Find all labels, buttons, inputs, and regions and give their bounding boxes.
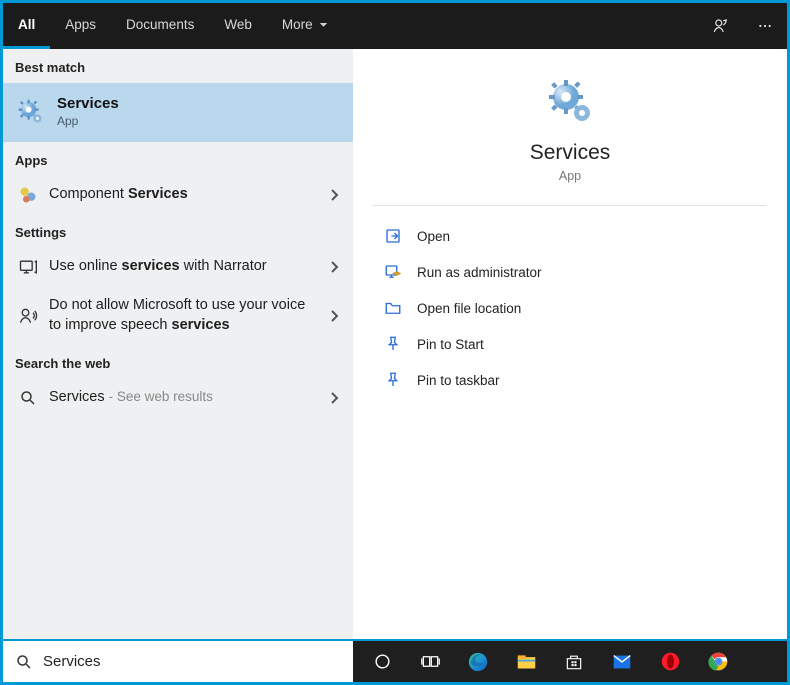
search-icon [17, 387, 39, 409]
chevron-right-icon [329, 309, 339, 323]
search-icon [15, 653, 33, 671]
section-best-match: Best match [3, 49, 353, 83]
result-component-services[interactable]: Component Services [3, 176, 353, 214]
taskbar-chrome[interactable] [695, 642, 741, 682]
tab-more[interactable]: More [267, 3, 343, 49]
chevron-right-icon [329, 260, 339, 274]
best-match-title: Services [57, 95, 119, 112]
action-list: Open Run as administrator Open file loca… [353, 206, 787, 410]
taskbar-taskview[interactable] [407, 642, 453, 682]
taskbar-store[interactable] [551, 642, 597, 682]
action-label: Pin to Start [417, 337, 484, 352]
taskbar-explorer[interactable] [503, 642, 549, 682]
search-box[interactable] [3, 641, 353, 682]
taskbar-mail[interactable] [599, 642, 645, 682]
taskbar-opera[interactable] [647, 642, 693, 682]
preview-subtitle: App [393, 169, 747, 183]
result-label: Component Services [49, 185, 216, 205]
section-web: Search the web [3, 345, 353, 379]
component-services-icon [17, 184, 39, 206]
result-web-search[interactable]: Services - See web results [3, 379, 353, 417]
taskbar-edge[interactable] [455, 642, 501, 682]
action-label: Open [417, 229, 450, 244]
pin-icon [383, 370, 403, 390]
action-open-location[interactable]: Open file location [373, 290, 767, 326]
chevron-right-icon [329, 391, 339, 405]
more-options-button[interactable] [743, 3, 787, 49]
section-settings: Settings [3, 214, 353, 248]
action-label: Open file location [417, 301, 521, 316]
preview-title: Services [393, 141, 747, 165]
action-pin-taskbar[interactable]: Pin to taskbar [373, 362, 767, 398]
action-label: Run as administrator [417, 265, 542, 280]
folder-icon [383, 298, 403, 318]
tab-label: Apps [65, 17, 96, 32]
admin-icon [383, 262, 403, 282]
best-match-item[interactable]: Services App [3, 83, 353, 142]
tab-documents[interactable]: Documents [111, 3, 209, 49]
feedback-button[interactable] [699, 3, 743, 49]
results-panel: Best match Services App Apps [3, 49, 353, 639]
action-pin-start[interactable]: Pin to Start [373, 326, 767, 362]
chevron-right-icon [329, 188, 339, 202]
narrator-icon [17, 256, 39, 278]
speech-icon [17, 305, 39, 327]
tab-web[interactable]: Web [209, 3, 267, 49]
section-apps: Apps [3, 142, 353, 176]
pin-icon [383, 334, 403, 354]
tab-label: All [18, 17, 35, 32]
tab-apps[interactable]: Apps [50, 3, 111, 49]
taskbar-cortana[interactable] [359, 642, 405, 682]
tab-label: Web [224, 17, 252, 32]
action-label: Pin to taskbar [417, 373, 500, 388]
tab-all[interactable]: All [3, 3, 50, 49]
taskbar [353, 641, 787, 682]
chevron-down-icon [319, 20, 328, 29]
action-run-admin[interactable]: Run as administrator [373, 254, 767, 290]
result-label: Use online services with Narrator [49, 257, 295, 277]
result-narrator-services[interactable]: Use online services with Narrator [3, 248, 353, 286]
tab-label: More [282, 17, 313, 32]
preview-panel: Services App Open Run as administrator O… [353, 49, 787, 639]
best-match-subtitle: App [57, 114, 119, 128]
services-icon [17, 98, 45, 126]
result-speech-services[interactable]: Do not allow Microsoft to use your voice… [3, 286, 353, 345]
result-label: Do not allow Microsoft to use your voice… [49, 296, 343, 335]
tab-label: Documents [126, 17, 194, 32]
search-input[interactable] [43, 653, 341, 670]
services-large-icon [546, 77, 594, 125]
search-tabs: All Apps Documents Web More [3, 3, 787, 49]
preview-header: Services App [373, 49, 767, 206]
result-label: Services - See web results [49, 388, 241, 408]
open-icon [383, 226, 403, 246]
action-open[interactable]: Open [373, 218, 767, 254]
